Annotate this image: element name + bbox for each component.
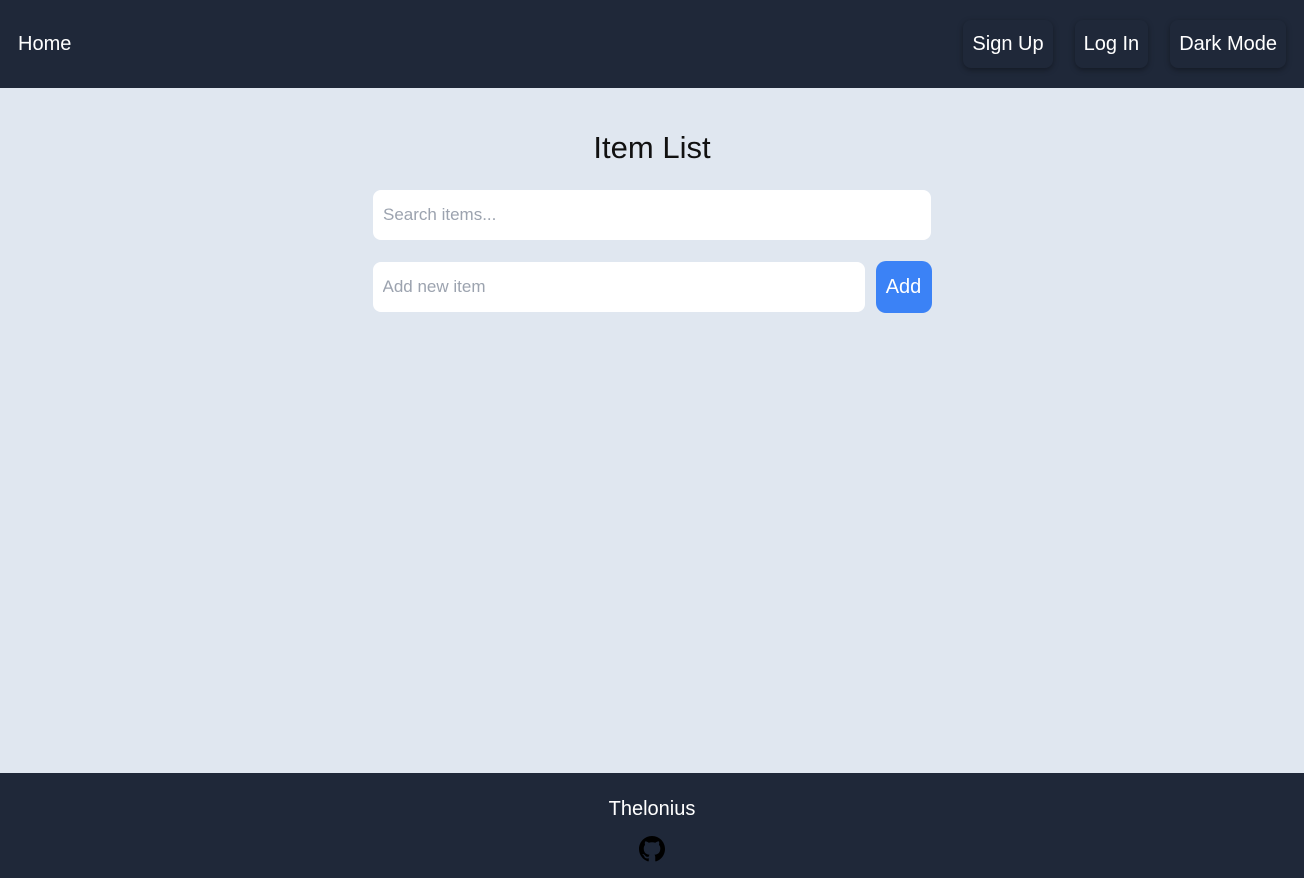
- main-content: Item List Add: [0, 88, 1304, 773]
- search-input[interactable]: [373, 190, 931, 240]
- footer: Thelonius: [0, 773, 1304, 878]
- footer-author: Thelonius: [608, 798, 696, 820]
- log-in-button[interactable]: Log In: [1074, 20, 1149, 68]
- page-title: Item List: [593, 130, 711, 165]
- home-link[interactable]: Home: [18, 33, 71, 56]
- dark-mode-button[interactable]: Dark Mode: [1170, 20, 1286, 68]
- sign-up-button[interactable]: Sign Up: [963, 20, 1053, 68]
- github-icon: [639, 836, 665, 862]
- add-item-input[interactable]: [372, 262, 865, 312]
- navbar: Home Sign Up Log In Dark Mode: [0, 0, 1304, 88]
- nav-actions: Sign Up Log In Dark Mode: [963, 20, 1286, 68]
- app-page: Home Sign Up Log In Dark Mode Item List …: [0, 0, 1304, 878]
- add-button[interactable]: Add: [875, 261, 932, 313]
- add-item-row: Add: [372, 261, 932, 313]
- github-link[interactable]: [639, 836, 665, 862]
